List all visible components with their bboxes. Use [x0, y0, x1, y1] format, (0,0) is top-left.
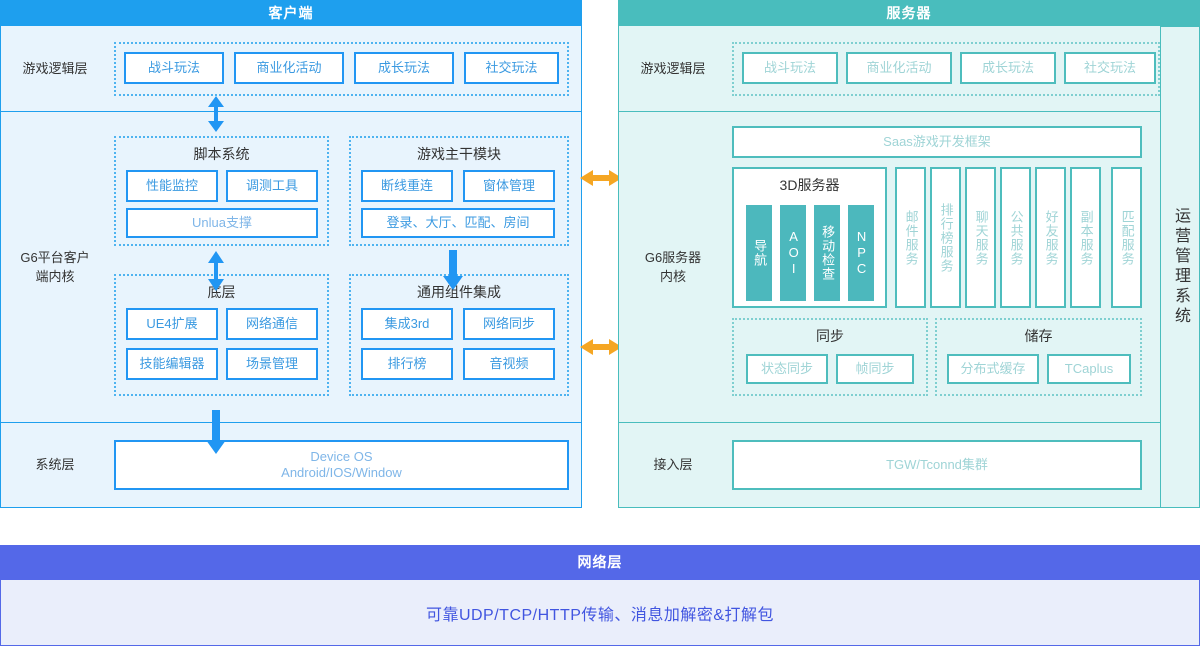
client-common-components-group: 通用组件集成 集成3rd 网络同步 排行榜 音视频	[349, 274, 569, 396]
network-panel: 网络层 可靠UDP/TCP/HTTP传输、消息加解密&打解包	[0, 545, 1200, 646]
client-trunk-wide-item[interactable]: 登录、大厅、匹配、房间	[361, 208, 555, 238]
server-storage-item-0[interactable]: 分布式缓存	[947, 354, 1039, 384]
arrow-trunk-to-common	[443, 250, 463, 290]
server-sync-group: 同步 状态同步 帧同步	[732, 318, 928, 396]
server-row-label-access-layer: 接入层	[653, 457, 693, 473]
server-storage-title: 储存	[1024, 328, 1053, 344]
client-common-item-2[interactable]: 排行榜	[361, 348, 453, 380]
client-common-item-3[interactable]: 音视频	[463, 348, 555, 380]
server-3d-item-1[interactable]: AOI	[780, 205, 806, 301]
client-logic-item-1[interactable]: 商业化活动	[234, 52, 344, 84]
server-logic-item-2[interactable]: 成长玩法	[960, 52, 1056, 84]
server-service-0[interactable]: 邮件服务	[895, 167, 926, 308]
server-sync-item-1[interactable]: 帧同步	[836, 354, 914, 384]
client-game-trunk-group: 游戏主干模块 断线重连 窗体管理 登录、大厅、匹配、房间	[349, 136, 569, 246]
client-bottom-item-3[interactable]: 场景管理	[226, 348, 318, 380]
server-3d-item-2[interactable]: 移动检查	[814, 205, 840, 301]
arrow-bottom-to-system	[206, 410, 226, 454]
client-bottom-item-2[interactable]: 技能编辑器	[126, 348, 218, 380]
client-row-label-kernel: G6平台客户 端内核	[20, 249, 90, 285]
server-3d-title: 3D服务器	[779, 177, 840, 193]
server-service-2[interactable]: 聊天服务	[965, 167, 996, 308]
arrow-client-server-lower	[580, 337, 622, 357]
server-3d-group: 3D服务器 导航 AOI 移动检查 NPC	[732, 167, 887, 308]
client-script-item-1[interactable]: 调测工具	[226, 170, 318, 202]
server-access-layer-box[interactable]: TGW/Tconnd集群	[732, 440, 1142, 490]
client-common-item-1[interactable]: 网络同步	[463, 308, 555, 340]
client-row-label-system-layer: 系统层	[35, 457, 75, 473]
client-logic-item-0[interactable]: 战斗玩法	[124, 52, 224, 84]
server-service-3[interactable]: 公共服务	[1000, 167, 1031, 308]
client-row-system-layer: 系统层 Device OS Android/IOS/Window	[1, 423, 581, 507]
server-service-5[interactable]: 副本服务	[1070, 167, 1101, 308]
client-script-system-title: 脚本系统	[193, 146, 250, 162]
server-service-6[interactable]: 匹配服务	[1111, 167, 1142, 308]
client-trunk-item-1[interactable]: 窗体管理	[463, 170, 555, 202]
client-script-system-group: 脚本系统 性能监控 调测工具 Unlua支撑	[114, 136, 329, 246]
server-3d-item-0[interactable]: 导航	[746, 205, 772, 301]
server-logic-group: 战斗玩法 商业化活动 成长玩法 社交玩法	[732, 42, 1160, 96]
server-storage-group: 储存 分布式缓存 TCaplus	[935, 318, 1142, 396]
server-row-label-kernel: G6服务器 内核	[644, 249, 702, 285]
client-unlua-support[interactable]: Unlua支撑	[126, 208, 318, 238]
server-service-4[interactable]: 好友服务	[1035, 167, 1066, 308]
client-body: 游戏逻辑层 战斗玩法 商业化活动 成长玩法 社交玩法 G6平台客户 端内核 脚本…	[0, 26, 582, 508]
client-row-game-logic: 游戏逻辑层 战斗玩法 商业化活动 成长玩法 社交玩法	[1, 26, 581, 112]
ops-management-column[interactable]: 运营管理系统	[1160, 26, 1200, 508]
arrow-script-to-bottom	[206, 251, 226, 291]
client-bottom-item-0[interactable]: UE4扩展	[126, 308, 218, 340]
server-sync-item-0[interactable]: 状态同步	[746, 354, 828, 384]
server-saas-framework[interactable]: Saas游戏开发框架	[732, 126, 1142, 158]
client-title: 客户端	[0, 0, 582, 26]
client-game-trunk-title: 游戏主干模块	[417, 146, 501, 162]
server-3d-item-3[interactable]: NPC	[848, 205, 874, 301]
client-bottom-layer-group: 底层 UE4扩展 网络通信 技能编辑器 场景管理	[114, 274, 329, 396]
client-script-item-0[interactable]: 性能监控	[126, 170, 218, 202]
server-logic-item-1[interactable]: 商业化活动	[846, 52, 952, 84]
network-body: 可靠UDP/TCP/HTTP传输、消息加解密&打解包	[0, 580, 1200, 646]
server-body: 游戏逻辑层 战斗玩法 商业化活动 成长玩法 社交玩法 G6服务器 内核 Saas…	[618, 26, 1200, 508]
server-panel: 服务器 游戏逻辑层 战斗玩法 商业化活动 成长玩法 社交玩法 G6服务器 内核 …	[618, 0, 1200, 508]
client-row-kernel: G6平台客户 端内核 脚本系统 性能监控 调测工具 Unlua支撑 游戏主干模块…	[1, 112, 581, 423]
client-panel: 客户端 游戏逻辑层 战斗玩法 商业化活动 成长玩法 社交玩法 G6平台客户 端内…	[0, 0, 582, 508]
server-logic-item-0[interactable]: 战斗玩法	[742, 52, 838, 84]
server-row-access-layer: 接入层 TGW/Tconnd集群	[619, 423, 1199, 507]
client-row-label-game-logic: 游戏逻辑层	[22, 60, 88, 76]
ops-management-label: 运营管理系统	[1172, 207, 1189, 327]
network-description: 可靠UDP/TCP/HTTP传输、消息加解密&打解包	[425, 606, 775, 624]
client-common-item-0[interactable]: 集成3rd	[361, 308, 453, 340]
server-logic-item-3[interactable]: 社交玩法	[1064, 52, 1156, 84]
client-trunk-item-0[interactable]: 断线重连	[361, 170, 453, 202]
server-service-1[interactable]: 排行榜服务	[930, 167, 961, 308]
server-row-game-logic: 游戏逻辑层 战斗玩法 商业化活动 成长玩法 社交玩法	[619, 26, 1199, 112]
server-sync-title: 同步	[816, 328, 844, 344]
device-os-line2: Android/IOS/Window	[281, 465, 402, 480]
arrow-client-server-upper	[580, 168, 622, 188]
client-logic-item-2[interactable]: 成长玩法	[354, 52, 454, 84]
client-logic-group: 战斗玩法 商业化活动 成长玩法 社交玩法	[114, 42, 569, 96]
server-row-kernel: G6服务器 内核 Saas游戏开发框架 3D服务器 导航 AOI 移动检查 NP…	[619, 112, 1199, 423]
device-os-line1: Device OS	[310, 448, 373, 464]
client-bottom-item-1[interactable]: 网络通信	[226, 308, 318, 340]
network-title: 网络层	[0, 545, 1200, 580]
server-row-label-game-logic: 游戏逻辑层	[640, 60, 706, 76]
arrow-logic-to-script	[206, 96, 226, 132]
server-title: 服务器	[618, 0, 1200, 26]
client-device-os-box[interactable]: Device OS Android/IOS/Window	[114, 440, 569, 490]
client-logic-item-3[interactable]: 社交玩法	[464, 52, 559, 84]
server-storage-item-1[interactable]: TCaplus	[1047, 354, 1131, 384]
